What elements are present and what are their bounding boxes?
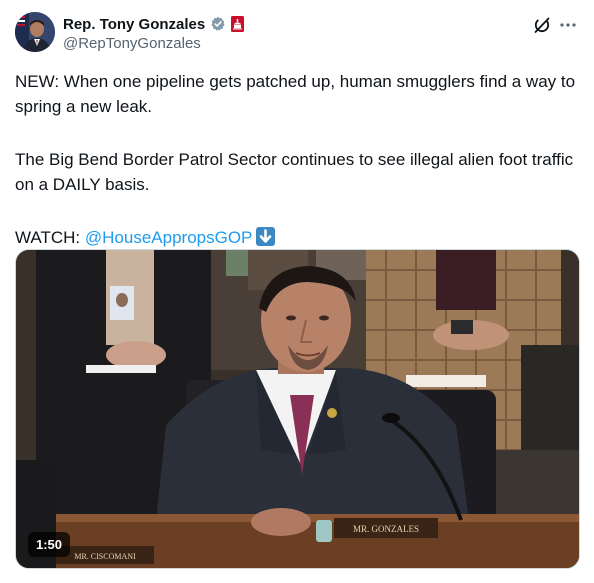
grok-icon[interactable] bbox=[532, 15, 552, 35]
tweet-header: Rep. Tony Gonzales @RepTonyGonzales bbox=[15, 12, 580, 54]
avatar-image bbox=[15, 12, 55, 52]
tweet-watch-line: WATCH: @HouseAppropsGOP bbox=[15, 225, 580, 250]
phone-in-hand bbox=[451, 320, 473, 334]
mention-link[interactable]: @HouseAppropsGOP bbox=[85, 228, 253, 247]
video-frame: MR. GONZALES MR. CISCOMANI bbox=[16, 250, 579, 568]
video-duration: 1:50 bbox=[28, 532, 71, 557]
author-avatar[interactable] bbox=[15, 12, 55, 52]
watch-prefix: WATCH: bbox=[15, 228, 85, 247]
author-name-row: Rep. Tony Gonzales bbox=[63, 14, 245, 34]
nameplate-left: MR. CISCOMANI bbox=[74, 552, 136, 561]
nameplate-main: MR. GONZALES bbox=[353, 524, 419, 534]
video-player[interactable]: MR. GONZALES MR. CISCOMANI 1:50 bbox=[15, 249, 580, 569]
more-options-icon[interactable] bbox=[558, 15, 578, 35]
verified-badge-icon bbox=[210, 16, 226, 32]
author-handle[interactable]: @RepTonyGonzales bbox=[63, 35, 201, 52]
author-display-name[interactable]: Rep. Tony Gonzales bbox=[63, 16, 205, 33]
us-government-badge-icon bbox=[231, 16, 245, 32]
tweet-text: NEW: When one pipeline gets patched up, … bbox=[15, 69, 580, 250]
tweet-paragraph: The Big Bend Border Patrol Sector contin… bbox=[15, 150, 574, 194]
down-arrow-emoji-icon bbox=[256, 227, 276, 246]
tweet-paragraph: NEW: When one pipeline gets patched up, … bbox=[15, 72, 576, 116]
soda-can bbox=[316, 520, 332, 542]
lapel-pin bbox=[327, 408, 337, 418]
